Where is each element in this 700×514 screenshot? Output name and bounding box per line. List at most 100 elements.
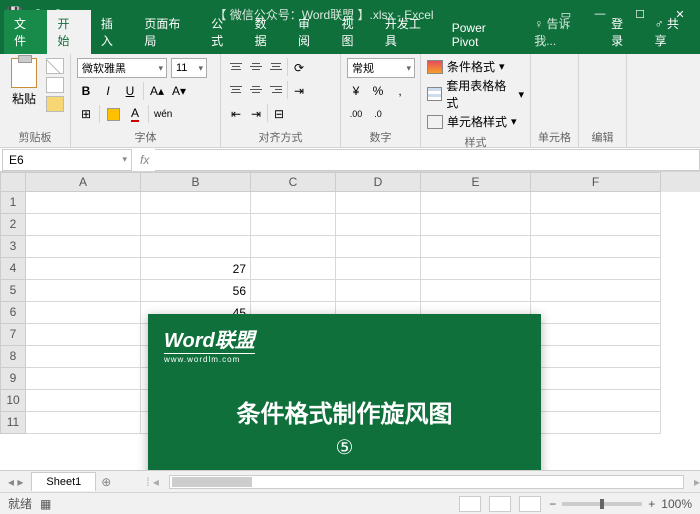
cell[interactable]	[531, 324, 661, 346]
cell[interactable]	[251, 214, 336, 236]
cell[interactable]	[26, 368, 141, 390]
tab-file[interactable]: 文件	[4, 10, 47, 54]
row-header[interactable]: 6	[0, 302, 26, 324]
currency-button[interactable]: ¥	[347, 81, 365, 101]
fill-color-button[interactable]	[104, 104, 122, 124]
cell[interactable]	[26, 214, 141, 236]
align-right-button[interactable]	[267, 81, 285, 97]
cut-icon[interactable]	[46, 58, 64, 74]
column-header[interactable]: C	[251, 172, 336, 192]
cell[interactable]	[141, 192, 251, 214]
cell[interactable]	[531, 390, 661, 412]
page-break-view-button[interactable]	[519, 496, 541, 512]
cell[interactable]	[531, 214, 661, 236]
cell[interactable]: 56	[141, 280, 251, 302]
font-size-combo[interactable]: 11	[171, 58, 207, 78]
column-header[interactable]: A	[26, 172, 141, 192]
cell[interactable]	[421, 236, 531, 258]
wrap-text-button[interactable]: ⇥	[290, 81, 308, 101]
tab-view[interactable]: 视图	[331, 10, 374, 54]
cell[interactable]	[421, 280, 531, 302]
cell-styles-button[interactable]: 单元格样式 ▾	[427, 113, 524, 130]
cell[interactable]	[26, 280, 141, 302]
align-middle-button[interactable]	[247, 58, 265, 74]
cell[interactable]	[531, 412, 661, 434]
cell[interactable]	[531, 302, 661, 324]
column-header[interactable]: E	[421, 172, 531, 192]
cell[interactable]	[26, 302, 141, 324]
cell[interactable]	[26, 324, 141, 346]
cell[interactable]	[531, 192, 661, 214]
align-bottom-button[interactable]	[267, 58, 285, 74]
copy-icon[interactable]	[46, 77, 64, 93]
font-name-combo[interactable]: 微软雅黑	[77, 58, 167, 78]
increase-decimal-button[interactable]: .00	[347, 104, 365, 124]
number-format-combo[interactable]: 常规	[347, 58, 415, 78]
row-header[interactable]: 11	[0, 412, 26, 434]
tab-formula[interactable]: 公式	[201, 10, 244, 54]
row-header[interactable]: 9	[0, 368, 26, 390]
cell[interactable]	[336, 214, 421, 236]
zoom-level[interactable]: 100%	[661, 497, 692, 511]
decrease-decimal-button[interactable]: .0	[369, 104, 387, 124]
cell[interactable]	[251, 280, 336, 302]
login-link[interactable]: 登录	[601, 10, 644, 54]
tab-pivot[interactable]: Power Pivot	[442, 16, 524, 54]
decrease-font-button[interactable]: A▾	[170, 81, 188, 101]
row-header[interactable]: 1	[0, 192, 26, 214]
sheet-tab[interactable]: Sheet1	[31, 472, 96, 491]
cell[interactable]	[336, 258, 421, 280]
italic-button[interactable]: I	[99, 81, 117, 101]
row-header[interactable]: 5	[0, 280, 26, 302]
cell[interactable]	[26, 258, 141, 280]
row-header[interactable]: 2	[0, 214, 26, 236]
tell-me[interactable]: ♀ 告诉我...	[524, 10, 601, 54]
cell[interactable]	[26, 192, 141, 214]
row-header[interactable]: 4	[0, 258, 26, 280]
cell[interactable]	[336, 236, 421, 258]
cell[interactable]	[336, 192, 421, 214]
row-header[interactable]: 10	[0, 390, 26, 412]
normal-view-button[interactable]	[459, 496, 481, 512]
name-box[interactable]: E6	[2, 149, 132, 171]
cells-group-label[interactable]: 单元格	[538, 127, 571, 145]
align-top-button[interactable]	[227, 58, 245, 74]
select-all-corner[interactable]	[0, 172, 26, 192]
underline-button[interactable]: U	[121, 81, 139, 101]
paste-button[interactable]: 粘贴	[6, 58, 42, 112]
align-left-button[interactable]	[227, 81, 245, 97]
cell[interactable]	[251, 236, 336, 258]
tab-review[interactable]: 审阅	[288, 10, 331, 54]
format-painter-icon[interactable]	[46, 96, 64, 112]
orientation-button[interactable]: ⟳	[290, 58, 308, 78]
increase-font-button[interactable]: A▴	[148, 81, 166, 101]
cell[interactable]	[251, 258, 336, 280]
row-header[interactable]: 8	[0, 346, 26, 368]
row-header[interactable]: 3	[0, 236, 26, 258]
page-layout-view-button[interactable]	[489, 496, 511, 512]
sheet-nav[interactable]: ◂ ▸	[0, 475, 31, 489]
decrease-indent-button[interactable]: ⇤	[227, 104, 245, 124]
share-button[interactable]: ♂ 共享	[645, 10, 700, 54]
formula-input[interactable]	[155, 149, 700, 171]
cell[interactable]	[26, 346, 141, 368]
tab-data[interactable]: 数据	[245, 10, 288, 54]
zoom-out-button[interactable]: −	[549, 497, 556, 511]
tab-layout[interactable]: 页面布局	[134, 10, 201, 54]
border-button[interactable]: ⊞	[77, 104, 95, 124]
conditional-format-button[interactable]: 条件格式 ▾	[427, 58, 524, 75]
cell[interactable]	[531, 368, 661, 390]
cell[interactable]	[531, 236, 661, 258]
tab-home[interactable]: 开始	[47, 10, 90, 54]
comma-button[interactable]: ,	[391, 81, 409, 101]
cell[interactable]: 27	[141, 258, 251, 280]
column-header[interactable]: F	[531, 172, 661, 192]
font-color-button[interactable]: A	[126, 104, 144, 124]
merge-button[interactable]: ⊟	[270, 104, 288, 124]
cell[interactable]	[26, 412, 141, 434]
cell[interactable]	[421, 258, 531, 280]
editing-group-label[interactable]: 编辑	[592, 127, 614, 145]
zoom-in-button[interactable]: +	[648, 497, 655, 511]
column-header[interactable]: D	[336, 172, 421, 192]
cell[interactable]	[531, 346, 661, 368]
